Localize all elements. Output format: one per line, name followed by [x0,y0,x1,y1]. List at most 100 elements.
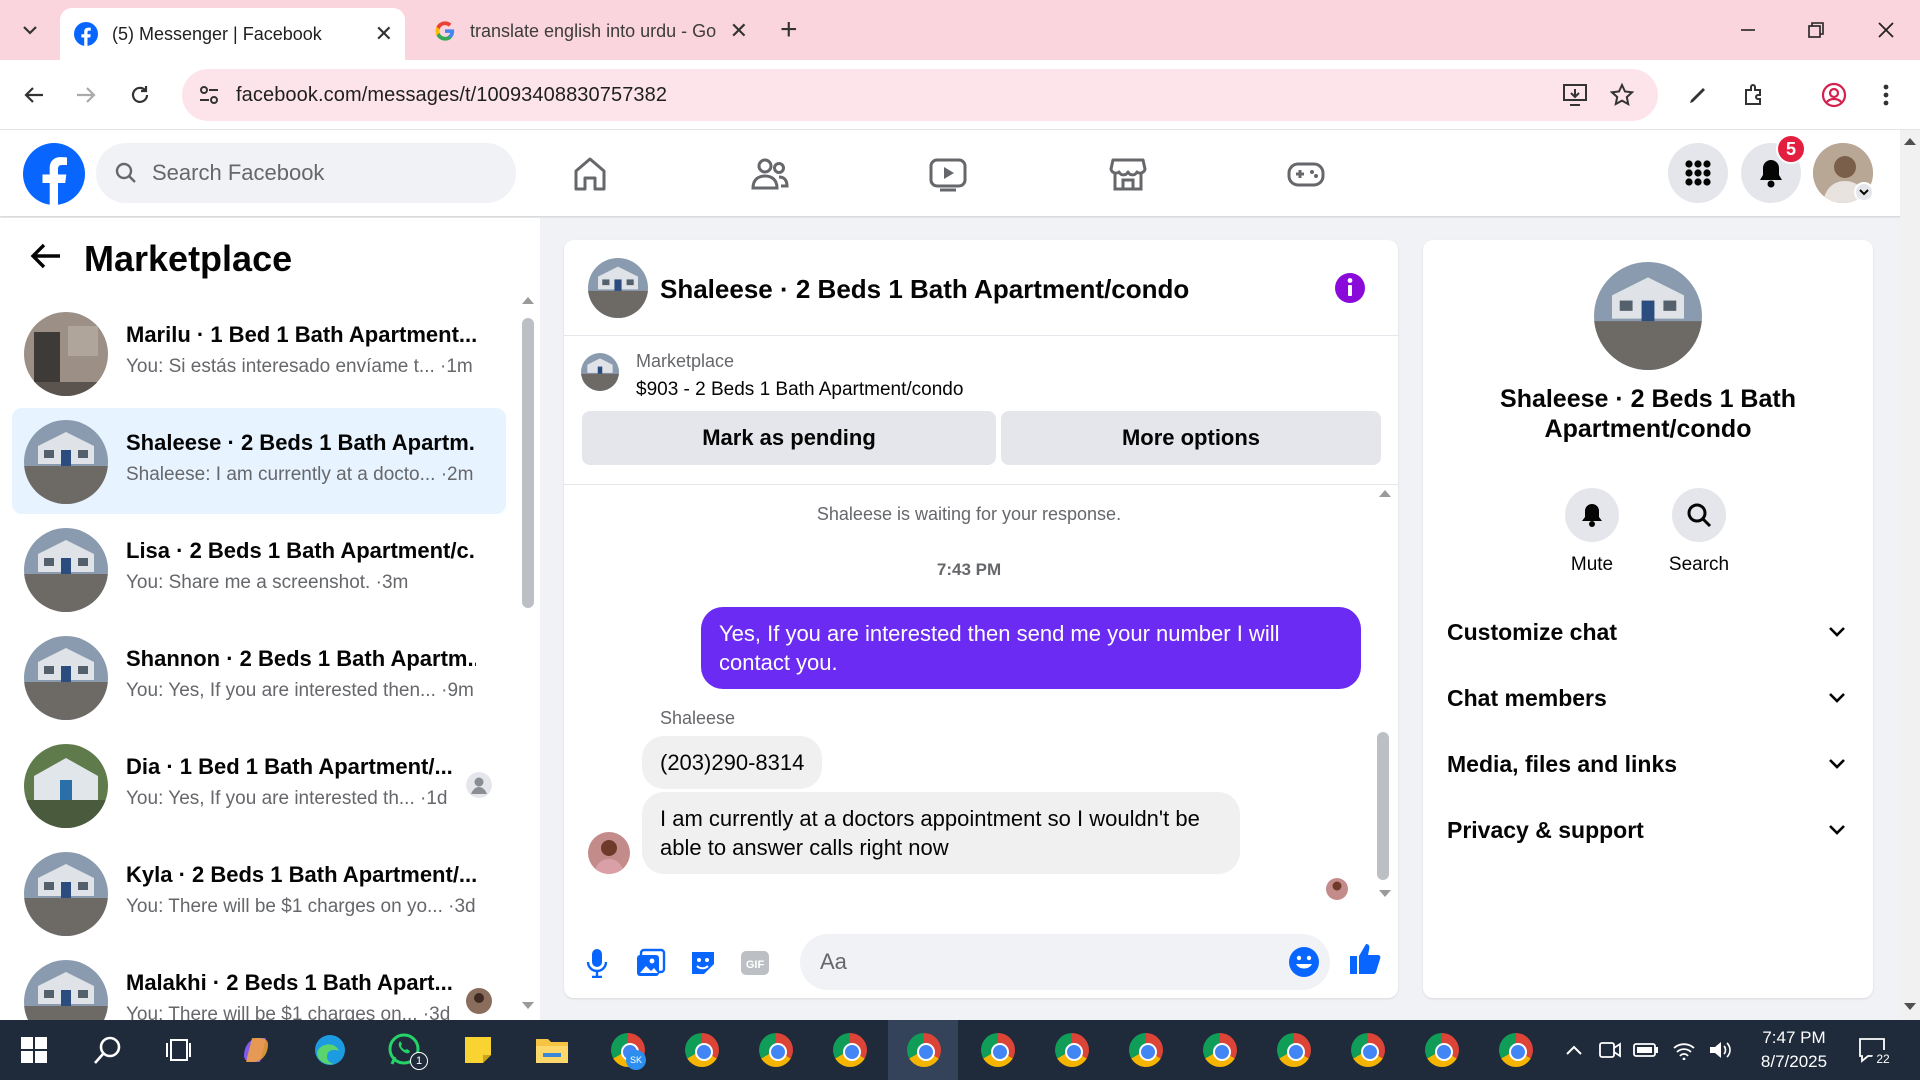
network-tray[interactable] [1664,1030,1704,1070]
scroll-down-icon[interactable] [1377,888,1393,900]
voice-clip-button[interactable] [580,946,614,980]
search-action[interactable]: Search [1659,488,1739,576]
nav-watch[interactable] [924,150,972,198]
nav-marketplace[interactable] [1104,150,1152,198]
mark-as-pending-button[interactable]: Mark as pending [582,411,996,465]
scroll-up-icon[interactable] [1377,487,1393,499]
minimize-button[interactable] [1728,10,1768,50]
chrome-window[interactable] [830,1030,870,1070]
nav-gaming[interactable] [1282,150,1330,198]
scroll-down-icon[interactable] [1903,1002,1917,1012]
whatsapp-app[interactable]: 1 [384,1030,428,1070]
like-button[interactable] [1348,942,1382,976]
info-icon[interactable] [1334,272,1366,304]
chevron-down-icon[interactable] [1854,182,1874,202]
forward-button[interactable] [68,77,104,113]
show-hidden-icons-button[interactable] [1554,1030,1594,1070]
pen-button[interactable] [1680,77,1716,113]
chrome-window[interactable] [1274,1030,1314,1070]
customize-chat-section[interactable]: Customize chat [1447,612,1847,652]
conversation-list-scrollbar[interactable] [522,318,534,608]
chrome-window[interactable] [1422,1030,1462,1070]
close-tab-icon[interactable]: ✕ [730,18,748,44]
notification-center-button[interactable]: 22 [1852,1030,1894,1070]
close-tab-icon[interactable]: ✕ [375,21,393,47]
more-options-button[interactable]: More options [1001,411,1381,465]
conversation-row[interactable]: Dia · 1 Bed 1 Bath Apartment/... You: Yes… [12,732,506,838]
emoji-icon[interactable] [1288,946,1320,978]
chat-members-section[interactable]: Chat members [1447,678,1847,718]
back-arrow-icon[interactable] [30,242,62,270]
incoming-message[interactable]: (203)290-8314 [642,736,823,789]
details-avatar[interactable] [1594,262,1702,370]
browser-menu-button[interactable] [1868,77,1904,113]
tab-messenger[interactable]: (5) Messenger | Facebook ✕ [60,8,405,60]
chrome-window[interactable] [978,1030,1018,1070]
chrome-window[interactable] [1496,1030,1536,1070]
conversation-row[interactable]: Shannon · 2 Beds 1 Bath Apartm... You: Ye… [12,624,506,730]
privacy-support-section[interactable]: Privacy & support [1447,810,1847,850]
edge-app[interactable] [310,1030,350,1070]
page-scrollbar[interactable] [1900,130,1920,1020]
chrome-window[interactable] [1052,1030,1092,1070]
chrome-window[interactable] [756,1030,796,1070]
copilot-app[interactable] [236,1030,276,1070]
system-clock[interactable]: 7:47 PM 8/7/2025 [1744,1026,1844,1074]
conversation-row[interactable]: Marilu · 1 Bed 1 Bath Apartment... You: S… [12,300,506,406]
chrome-window[interactable] [1348,1030,1388,1070]
chrome-window[interactable] [1126,1030,1166,1070]
chrome-window-active[interactable] [904,1030,944,1070]
file-explorer-app[interactable] [532,1030,572,1070]
mute-button[interactable] [1565,488,1619,542]
chrome-window[interactable] [1200,1030,1240,1070]
extensions-button[interactable] [1736,77,1772,113]
restore-button[interactable] [1796,10,1836,50]
profile-button[interactable] [1816,77,1852,113]
sender-avatar[interactable] [588,832,630,874]
conversation-row[interactable]: Lisa · 2 Beds 1 Bath Apartment/c... You: … [12,516,506,622]
tab-search-button[interactable] [10,10,50,50]
chrome-window[interactable] [682,1030,722,1070]
nav-friends[interactable] [746,150,794,198]
new-tab-button[interactable]: + [780,12,798,48]
chat-scrollbar[interactable] [1377,732,1389,880]
scroll-up-icon[interactable] [1903,136,1917,146]
conversation-row[interactable]: Shaleese · 2 Beds 1 Bath Apartm... Shalee… [12,408,506,514]
volume-tray[interactable] [1700,1030,1740,1070]
chat-avatar[interactable] [588,258,648,318]
chrome-profile-sk[interactable]: SK [608,1030,648,1070]
task-view-button[interactable] [158,1030,198,1070]
conversation-preview: You: Si estás interesado envíame t... ·1… [126,356,473,377]
nav-home[interactable] [566,150,614,198]
conversation-row[interactable]: Kyla · 2 Beds 1 Bath Apartment/... You: T… [12,840,506,946]
close-window-button[interactable] [1866,10,1906,50]
media-files-links-section[interactable]: Media, files and links [1447,744,1847,784]
menu-button[interactable] [1668,143,1728,203]
listing-title[interactable]: $903 - 2 Beds 1 Bath Apartment/condo [636,379,963,401]
address-bar[interactable]: facebook.com/messages/t/1009340883075738… [182,69,1658,121]
sticky-notes-app[interactable] [458,1030,498,1070]
reload-button[interactable] [122,77,158,113]
meet-now-tray[interactable] [1590,1030,1630,1070]
attach-photo-button[interactable] [634,946,668,980]
start-button[interactable] [14,1030,54,1070]
bookmark-star-icon[interactable] [1610,83,1634,107]
install-app-icon[interactable] [1562,83,1588,107]
mute-action[interactable]: Mute [1552,488,1632,576]
tab-translate[interactable]: translate english into urdu - Go ✕ [420,8,760,54]
incoming-message[interactable]: I am currently at a doctors appointment … [642,792,1240,874]
search-in-chat-button[interactable] [1672,488,1726,542]
battery-tray[interactable] [1626,1030,1666,1070]
scroll-up-icon[interactable] [520,294,536,306]
listing-thumbnail[interactable] [581,353,619,391]
message-input[interactable]: Aa [800,934,1330,990]
gif-button[interactable]: GIF [738,946,772,980]
outgoing-message[interactable]: Yes, If you are interested then send me … [701,607,1361,689]
taskbar-search[interactable] [88,1030,128,1070]
facebook-logo[interactable] [23,143,85,205]
back-button[interactable] [16,77,52,113]
facebook-search[interactable]: Search Facebook [96,143,516,203]
scroll-down-icon[interactable] [520,1000,536,1012]
site-settings-icon[interactable] [198,84,220,106]
sticker-button[interactable] [686,946,720,980]
